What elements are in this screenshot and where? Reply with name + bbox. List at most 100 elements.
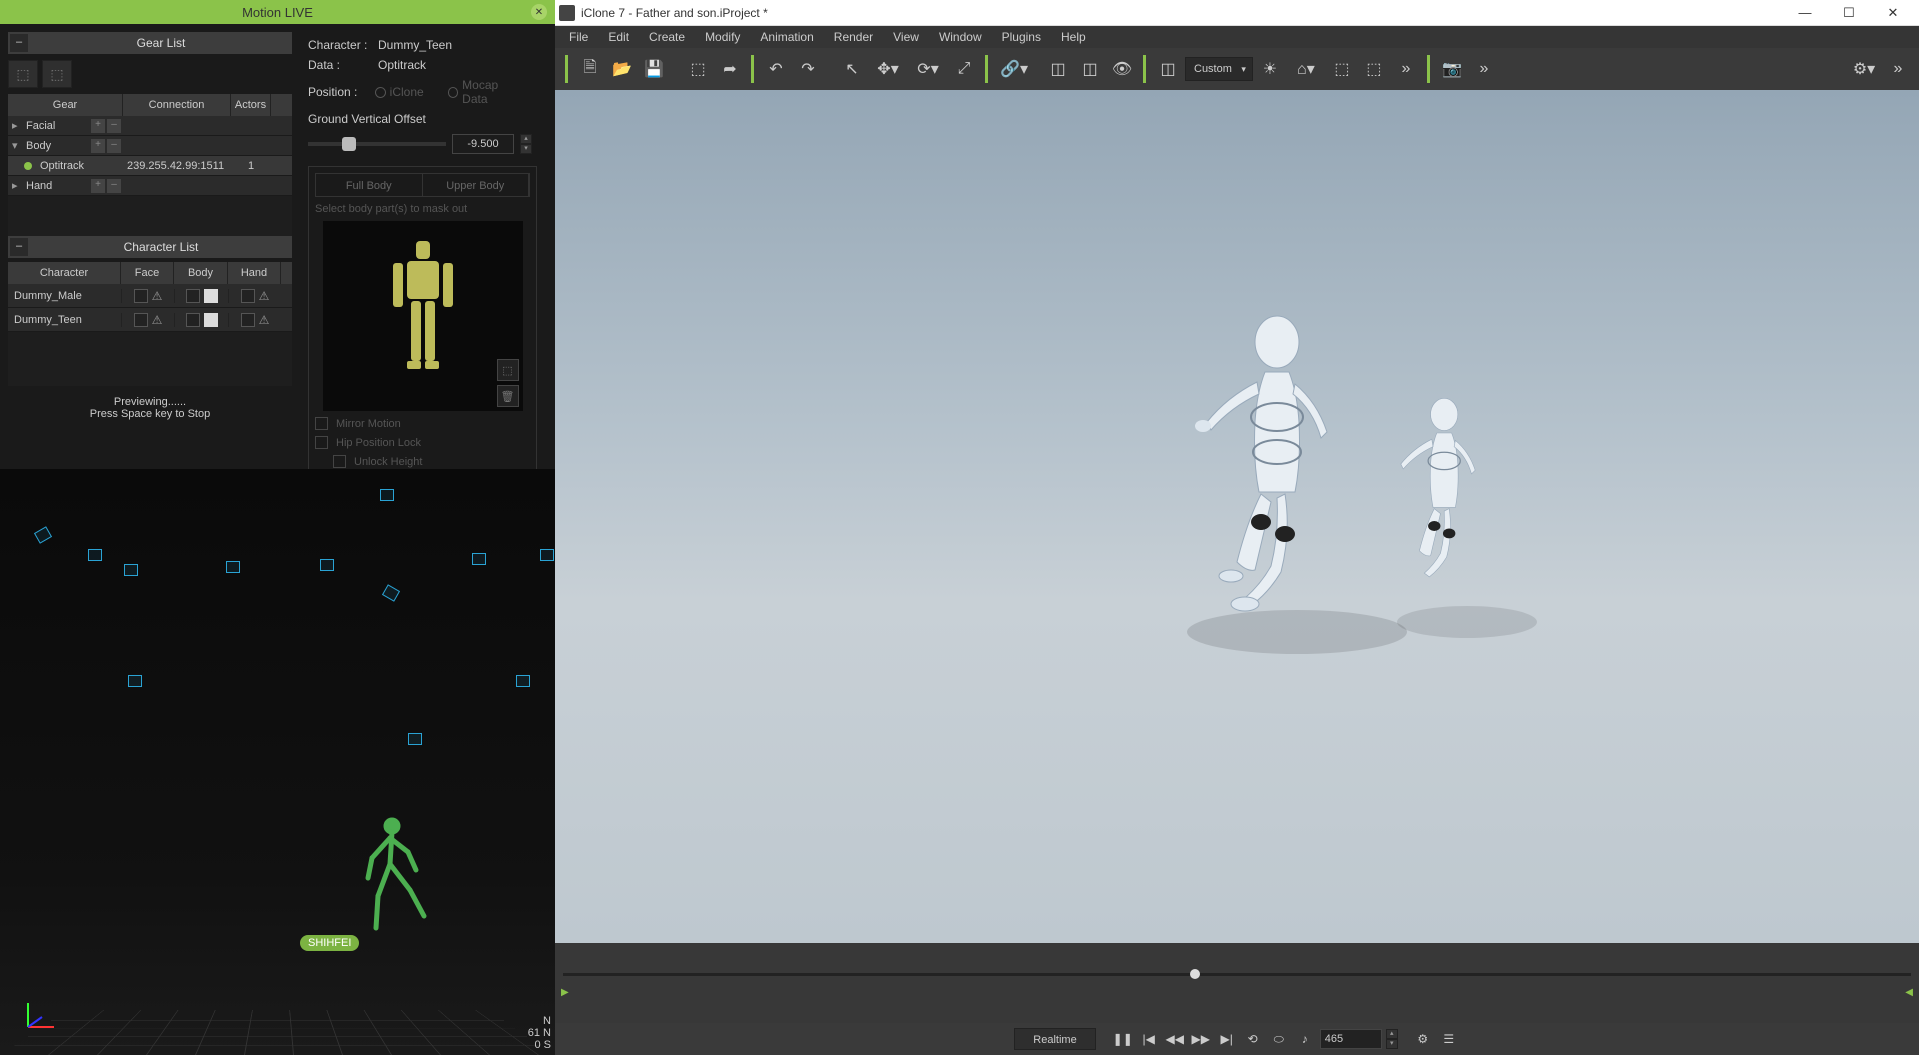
add-icon[interactable]: + [91,119,105,133]
body-checkbox[interactable] [186,289,200,303]
mask-select-icon[interactable]: ⬚ [497,359,519,381]
export-icon[interactable]: ➦ [715,54,745,84]
render-viewport[interactable] [555,90,1919,943]
menu-edit[interactable]: Edit [598,26,639,48]
ground-offset-input[interactable] [452,134,514,154]
fast-forward-icon[interactable]: ▶▶ [1190,1028,1212,1050]
align-left-icon[interactable]: ◫ [1043,54,1073,84]
link-tool-icon[interactable]: 🔗▾ [995,54,1033,84]
new-project-icon[interactable]: 🗎 [575,54,605,84]
spinner-up-icon[interactable]: ▴ [1386,1029,1398,1039]
pause-icon[interactable]: ❚❚ [1112,1028,1134,1050]
gear-export-icon[interactable]: ⬚ [42,60,72,88]
look-at-icon[interactable]: 👁 [1107,54,1137,84]
character-row[interactable]: Dummy_Male ⚠ ⚠ [8,284,292,308]
mocap-viewport[interactable]: SHIHFEI N 61 N [0,469,555,1055]
camera-icon[interactable]: 📷 [1437,54,1467,84]
motion-live-panel: Motion LIVE ✕ – Gear List ⬚ ⬚ Gear Conne… [0,0,555,1055]
playhead-icon[interactable] [1190,969,1200,979]
gear-row-optitrack[interactable]: Optitrack 239.255.42.99:1511 1 [8,156,292,176]
render-settings-icon[interactable]: ⚙▾ [1845,54,1883,84]
rewind-icon[interactable]: ◀◀ [1164,1028,1186,1050]
ground-offset-slider[interactable] [308,142,446,146]
timeline-end-icon[interactable]: ◀ [1905,987,1913,998]
collapse-icon[interactable]: – [10,34,28,52]
collapse-icon[interactable]: – [10,238,28,256]
body-icon[interactable] [204,289,218,303]
spinner-down-icon[interactable]: ▾ [520,144,532,154]
close-icon[interactable]: ✕ [531,4,547,20]
body-icon[interactable] [204,313,218,327]
expand-more-icon[interactable]: » [1391,54,1421,84]
loop-icon[interactable]: ⟲ [1242,1028,1264,1050]
optitrack-connection: 239.255.42.99:1511 [123,160,231,172]
unlock-height-label: Unlock Height [354,456,422,468]
gear-row-facial[interactable]: ▸Facial +– [8,116,292,136]
layout-icon[interactable]: ◫ [1153,54,1183,84]
menu-create[interactable]: Create [639,26,695,48]
menu-render[interactable]: Render [824,26,883,48]
menu-modify[interactable]: Modify [695,26,750,48]
skeleton-icon [364,816,434,946]
face-checkbox[interactable] [134,313,148,327]
audio-icon[interactable]: ♪ [1294,1028,1316,1050]
select-tool-icon[interactable]: ↖ [837,54,867,84]
close-button[interactable]: ✕ [1871,0,1915,26]
undo-icon[interactable]: ↶ [761,54,791,84]
character-list-title: Character List [30,240,292,254]
mask-delete-icon[interactable]: 🗑 [497,385,519,407]
maximize-button[interactable]: ☐ [1827,0,1871,26]
slider-thumb[interactable] [342,137,356,151]
gear-import-icon[interactable]: ⬚ [8,60,38,88]
timeline-track[interactable] [563,973,1911,976]
scale-tool-icon[interactable]: ⤢ [949,54,979,84]
hand-checkbox[interactable] [241,313,255,327]
light-icon[interactable]: ☀ [1255,54,1285,84]
expand-more-icon[interactable]: » [1883,54,1913,84]
open-project-icon[interactable]: 📂 [607,54,637,84]
timeline-start-icon[interactable]: ▶ [561,987,569,998]
menu-plugins[interactable]: Plugins [992,26,1051,48]
remove-icon[interactable]: – [107,119,121,133]
current-frame-input[interactable] [1320,1029,1382,1049]
save-project-icon[interactable]: 💾 [639,54,669,84]
redo-icon[interactable]: ↷ [793,54,823,84]
menu-help[interactable]: Help [1051,26,1096,48]
remove-icon[interactable]: – [107,179,121,193]
body-checkbox[interactable] [186,313,200,327]
hand-checkbox[interactable] [241,289,255,303]
spinner-down-icon[interactable]: ▾ [1386,1039,1398,1049]
gear-list-columns: Gear Connection Actors [8,94,292,116]
menu-file[interactable]: File [559,26,598,48]
menu-animation[interactable]: Animation [750,26,823,48]
zoom-fit-icon[interactable]: ⬚ [1327,54,1357,84]
record-icon[interactable]: ⬭ [1268,1028,1290,1050]
character-row[interactable]: Dummy_Teen ⚠ ⚠ [8,308,292,332]
menu-view[interactable]: View [883,26,929,48]
mirror-label: Mirror Motion [336,418,401,430]
spinner-up-icon[interactable]: ▴ [520,134,532,144]
zoom-all-icon[interactable]: ⬚ [1359,54,1389,84]
settings-icon[interactable]: ⚙ [1412,1028,1434,1050]
add-icon[interactable]: + [91,139,105,153]
expand-more-icon[interactable]: » [1469,54,1499,84]
goto-end-icon[interactable]: ▶| [1216,1028,1238,1050]
remove-icon[interactable]: – [107,139,121,153]
goto-start-icon[interactable]: |◀ [1138,1028,1160,1050]
character-settings: Character : Dummy_Teen Data : Optitrack … [300,24,545,469]
menu-window[interactable]: Window [929,26,992,48]
timeline-toggle-icon[interactable]: ☰ [1438,1028,1460,1050]
rotate-tool-icon[interactable]: ⟳▾ [909,54,947,84]
gear-row-hand[interactable]: ▸Hand +– [8,176,292,196]
move-tool-icon[interactable]: ✥▾ [869,54,907,84]
align-right-icon[interactable]: ◫ [1075,54,1105,84]
add-icon[interactable]: + [91,179,105,193]
workspace-dropdown[interactable]: Custom [1185,57,1253,81]
minimize-button[interactable]: — [1783,0,1827,26]
timeline[interactable]: ▶ ◀ [555,943,1919,1023]
gear-row-body[interactable]: ▾Body +– [8,136,292,156]
home-icon[interactable]: ⌂▾ [1287,54,1325,84]
face-checkbox[interactable] [134,289,148,303]
import-icon[interactable]: ⬚ [683,54,713,84]
playback-mode-dropdown[interactable]: Realtime [1014,1028,1095,1050]
